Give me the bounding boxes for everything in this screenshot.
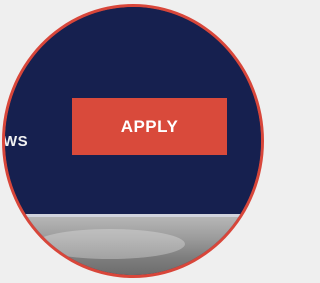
apply-button[interactable]: APPLY (72, 98, 227, 155)
hero-image-highlight (35, 229, 185, 259)
nav-item-news-partial[interactable]: WS (5, 133, 28, 150)
header-top-band (5, 7, 261, 65)
magnifier-lens: WS APPLY (2, 4, 264, 278)
